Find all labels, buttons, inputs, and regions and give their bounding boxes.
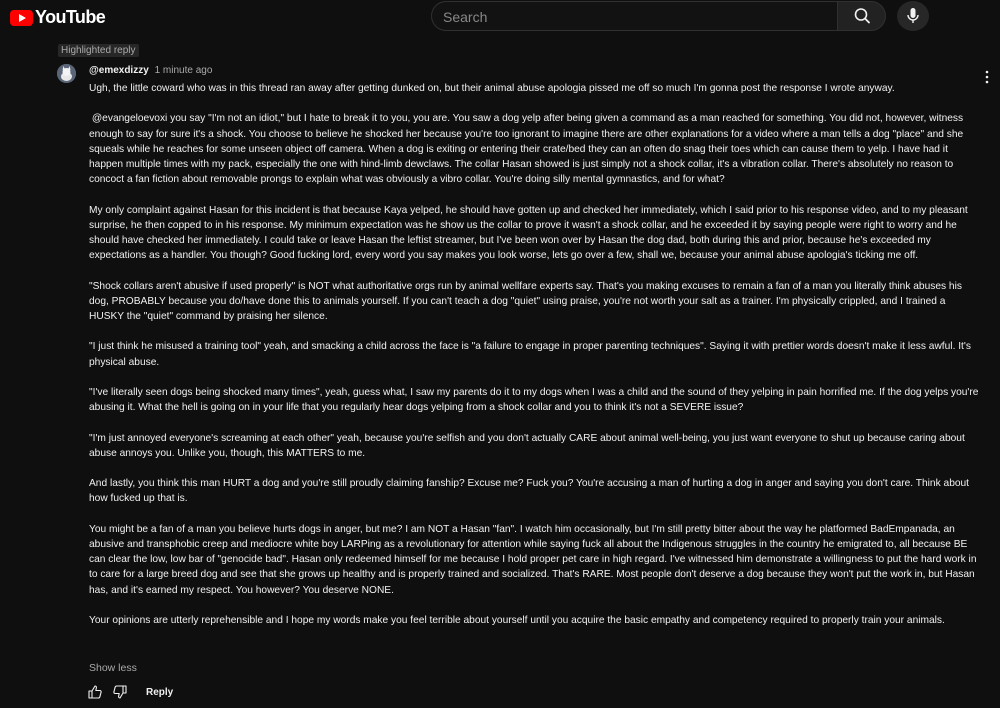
comment-paragraph: @evangeloevoxi you say "I'm not an idiot… — [89, 113, 967, 186]
highlighted-reply-badge: Highlighted reply — [58, 44, 139, 57]
author-name[interactable]: @emexdizzy — [89, 65, 149, 76]
comment-paragraph: "I'm just annoyed everyone's screaming a… — [89, 432, 968, 459]
comment-actions: Reply — [87, 683, 173, 701]
comment-paragraph: "I just think he misused a training tool… — [89, 341, 974, 368]
youtube-logo[interactable]: YouTube — [10, 7, 106, 28]
comment-paragraph: My only complaint against Hasan for this… — [89, 204, 971, 262]
thumbs-down-icon — [113, 685, 127, 699]
top-bar: YouTube — [0, 0, 1000, 32]
comment-paragraph: "I've literally seen dogs being shocked … — [89, 386, 982, 414]
search-button[interactable] — [837, 1, 886, 31]
more-vert-icon — [985, 70, 989, 84]
dislike-button[interactable] — [112, 684, 128, 700]
reply-button[interactable]: Reply — [146, 687, 173, 698]
logo-text: YouTube — [35, 7, 106, 27]
search-input[interactable] — [432, 2, 825, 32]
voice-search-button[interactable] — [897, 1, 929, 31]
comment-paragraph: Ugh, the little coward who was in this t… — [89, 83, 895, 94]
comment-paragraph: You might be a fan of a man you believe … — [89, 523, 980, 596]
comment-header: @emexdizzy 1 minute ago — [89, 65, 212, 77]
thumbs-up-icon — [88, 685, 102, 699]
avatar[interactable] — [57, 64, 76, 83]
like-button[interactable] — [87, 684, 103, 700]
youtube-play-icon — [10, 9, 33, 26]
comment-paragraph: Your opinions are utterly reprehensible … — [89, 614, 945, 626]
avatar-image-icon — [57, 64, 76, 83]
comment-paragraph: "Shock collars aren't abusive if used pr… — [89, 280, 965, 322]
microphone-icon — [907, 8, 919, 23]
comment-timestamp[interactable]: 1 minute ago — [155, 65, 213, 76]
show-less-button[interactable]: Show less — [89, 662, 137, 674]
search-box — [431, 1, 837, 32]
more-options-button[interactable] — [983, 69, 991, 87]
search-icon — [854, 8, 870, 24]
comment-text: Ugh, the little coward who was in this t… — [89, 81, 979, 643]
comment-paragraph: And lastly, you think this man HURT a do… — [89, 478, 972, 505]
